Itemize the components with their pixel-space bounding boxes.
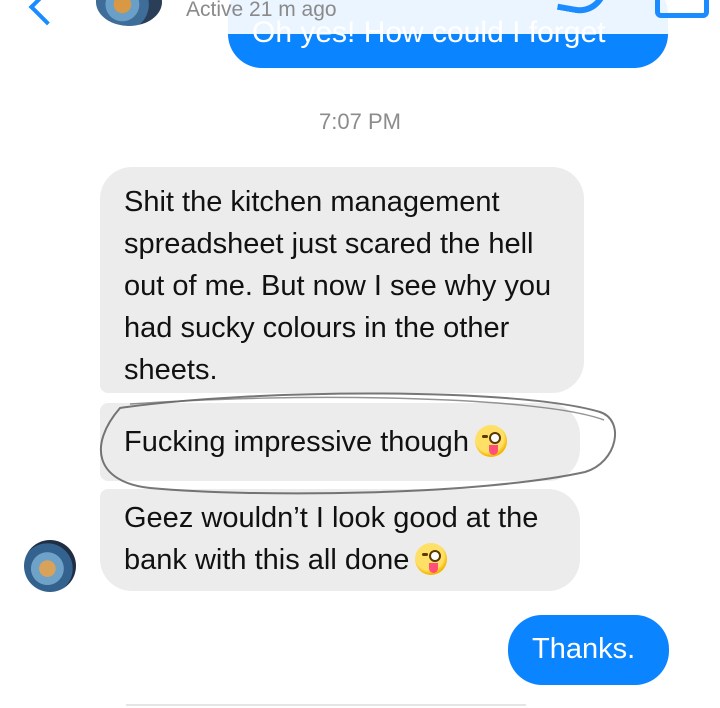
chat-header: Active 21 m ago <box>0 0 720 34</box>
back-chevron-icon[interactable] <box>28 0 66 26</box>
message-text: Geez wouldn’t I look good at the bank wi… <box>124 502 539 576</box>
video-icon[interactable] <box>655 0 709 18</box>
outgoing-message-bottom[interactable]: Thanks. <box>508 615 669 685</box>
message-text: Thanks. <box>532 633 636 665</box>
divider <box>126 704 526 706</box>
incoming-message-3[interactable]: Geez wouldn’t I look good at the bank wi… <box>100 489 580 591</box>
incoming-message-2[interactable]: Fucking impressive though <box>100 403 580 481</box>
message-text: Fucking impressive though <box>124 426 469 458</box>
message-line: Geez wouldn’t I look good at the bank wi… <box>124 497 564 581</box>
timestamp: 7:07 PM <box>319 109 401 134</box>
contact-avatar[interactable] <box>96 0 162 26</box>
message-line: Fucking impressive though <box>124 421 507 463</box>
winking-tongue-emoji-icon <box>415 543 448 575</box>
phone-icon[interactable] <box>556 0 610 18</box>
message-text: Shit the kitchen management spreadsheet … <box>124 186 552 386</box>
active-status: Active 21 m ago <box>186 0 337 21</box>
incoming-message-1[interactable]: Shit the kitchen management spreadsheet … <box>100 167 584 393</box>
sender-avatar[interactable] <box>24 540 76 592</box>
winking-tongue-emoji-icon <box>474 425 507 457</box>
